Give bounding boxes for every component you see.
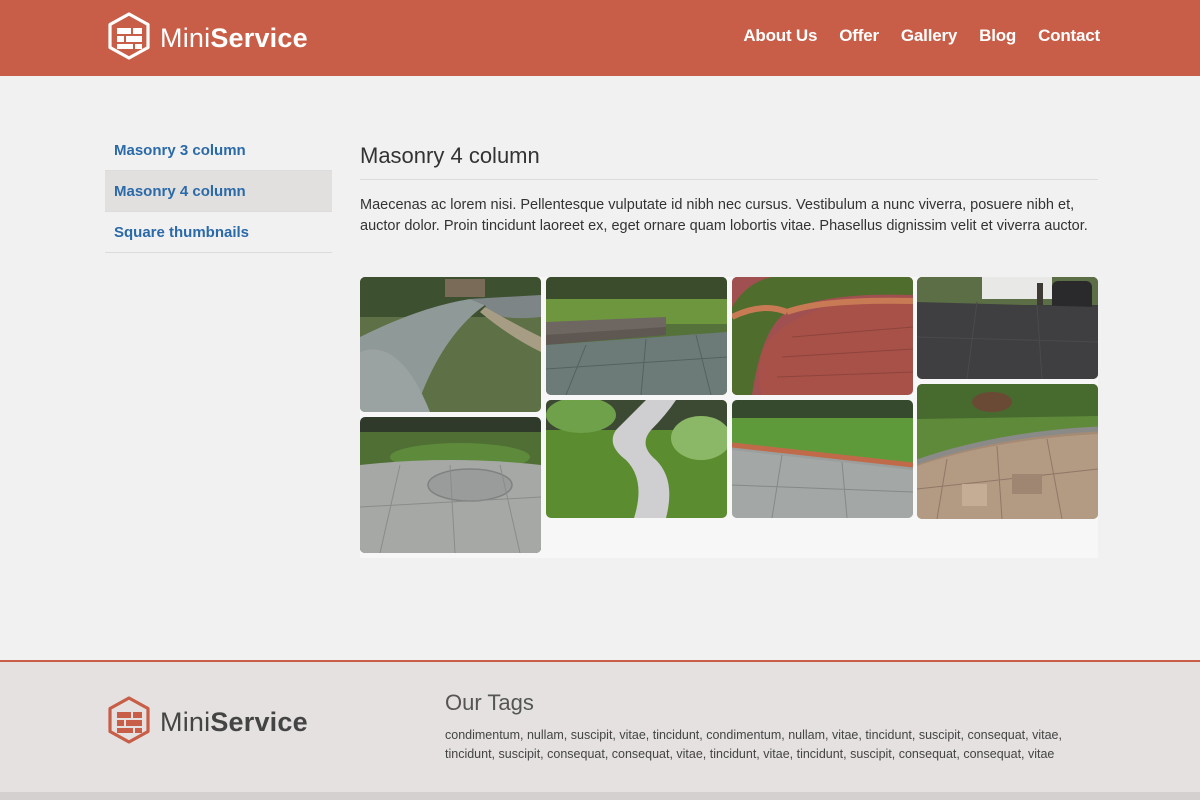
circular-slab-patio-photo[interactable] xyxy=(360,417,541,553)
red-brick-patio-photo[interactable] xyxy=(732,277,913,395)
nav-contact[interactable]: Contact xyxy=(1038,26,1100,46)
nav-gallery[interactable]: Gallery xyxy=(901,26,957,46)
slab-patio-steps-photo[interactable] xyxy=(546,277,727,395)
brick-hexagon-icon xyxy=(106,695,152,750)
site-logo[interactable]: MiniService xyxy=(106,11,308,66)
winding-block-path-photo[interactable] xyxy=(546,400,727,518)
bottom-bar xyxy=(0,792,1200,800)
sidebar-menu: Masonry 3 column Masonry 4 column Square… xyxy=(105,130,332,253)
sidebar-item-square-thumbnails[interactable]: Square thumbnails xyxy=(105,212,332,253)
footer-logo[interactable]: MiniService xyxy=(106,695,308,750)
tags-title: Our Tags xyxy=(445,690,534,715)
logo-text: MiniService xyxy=(160,23,308,54)
logo-text-bold: Service xyxy=(210,22,308,53)
footer-logo-text-bold: Service xyxy=(210,707,308,737)
page-title: Masonry 4 column xyxy=(360,140,1098,180)
grey-slab-patio-lawn-photo[interactable] xyxy=(732,400,913,518)
brick-hexagon-icon xyxy=(106,11,152,66)
tags-list: condimentum, nullam, suscipit, vitae, ti… xyxy=(445,728,1062,761)
footer-logo-text: MiniService xyxy=(160,707,308,738)
main-content: Masonry 4 column Maecenas ac lorem nisi.… xyxy=(360,140,1098,237)
sandstone-patio-photo[interactable] xyxy=(917,384,1098,519)
main-nav: About Us Offer Gallery Blog Contact xyxy=(743,26,1100,46)
site-header: MiniService About Us Offer Gallery Blog … xyxy=(0,0,1200,76)
nav-offer[interactable]: Offer xyxy=(839,26,879,46)
nav-blog[interactable]: Blog xyxy=(979,26,1016,46)
curved-paved-driveway-photo[interactable] xyxy=(360,277,541,412)
dark-tarmac-driveway-photo[interactable] xyxy=(917,277,1098,379)
sidebar-item-masonry-4[interactable]: Masonry 4 column xyxy=(105,171,332,212)
intro-text: Maecenas ac lorem nisi. Pellentesque vul… xyxy=(360,197,1088,234)
sidebar-item-masonry-3[interactable]: Masonry 3 column xyxy=(105,130,332,171)
site-footer: MiniService Our Tags condimentum, nullam… xyxy=(0,660,1200,792)
nav-about-us[interactable]: About Us xyxy=(743,26,817,46)
footer-logo-text-light: Mini xyxy=(160,707,211,737)
logo-text-light: Mini xyxy=(160,22,211,53)
masonry-gallery xyxy=(360,277,1098,558)
